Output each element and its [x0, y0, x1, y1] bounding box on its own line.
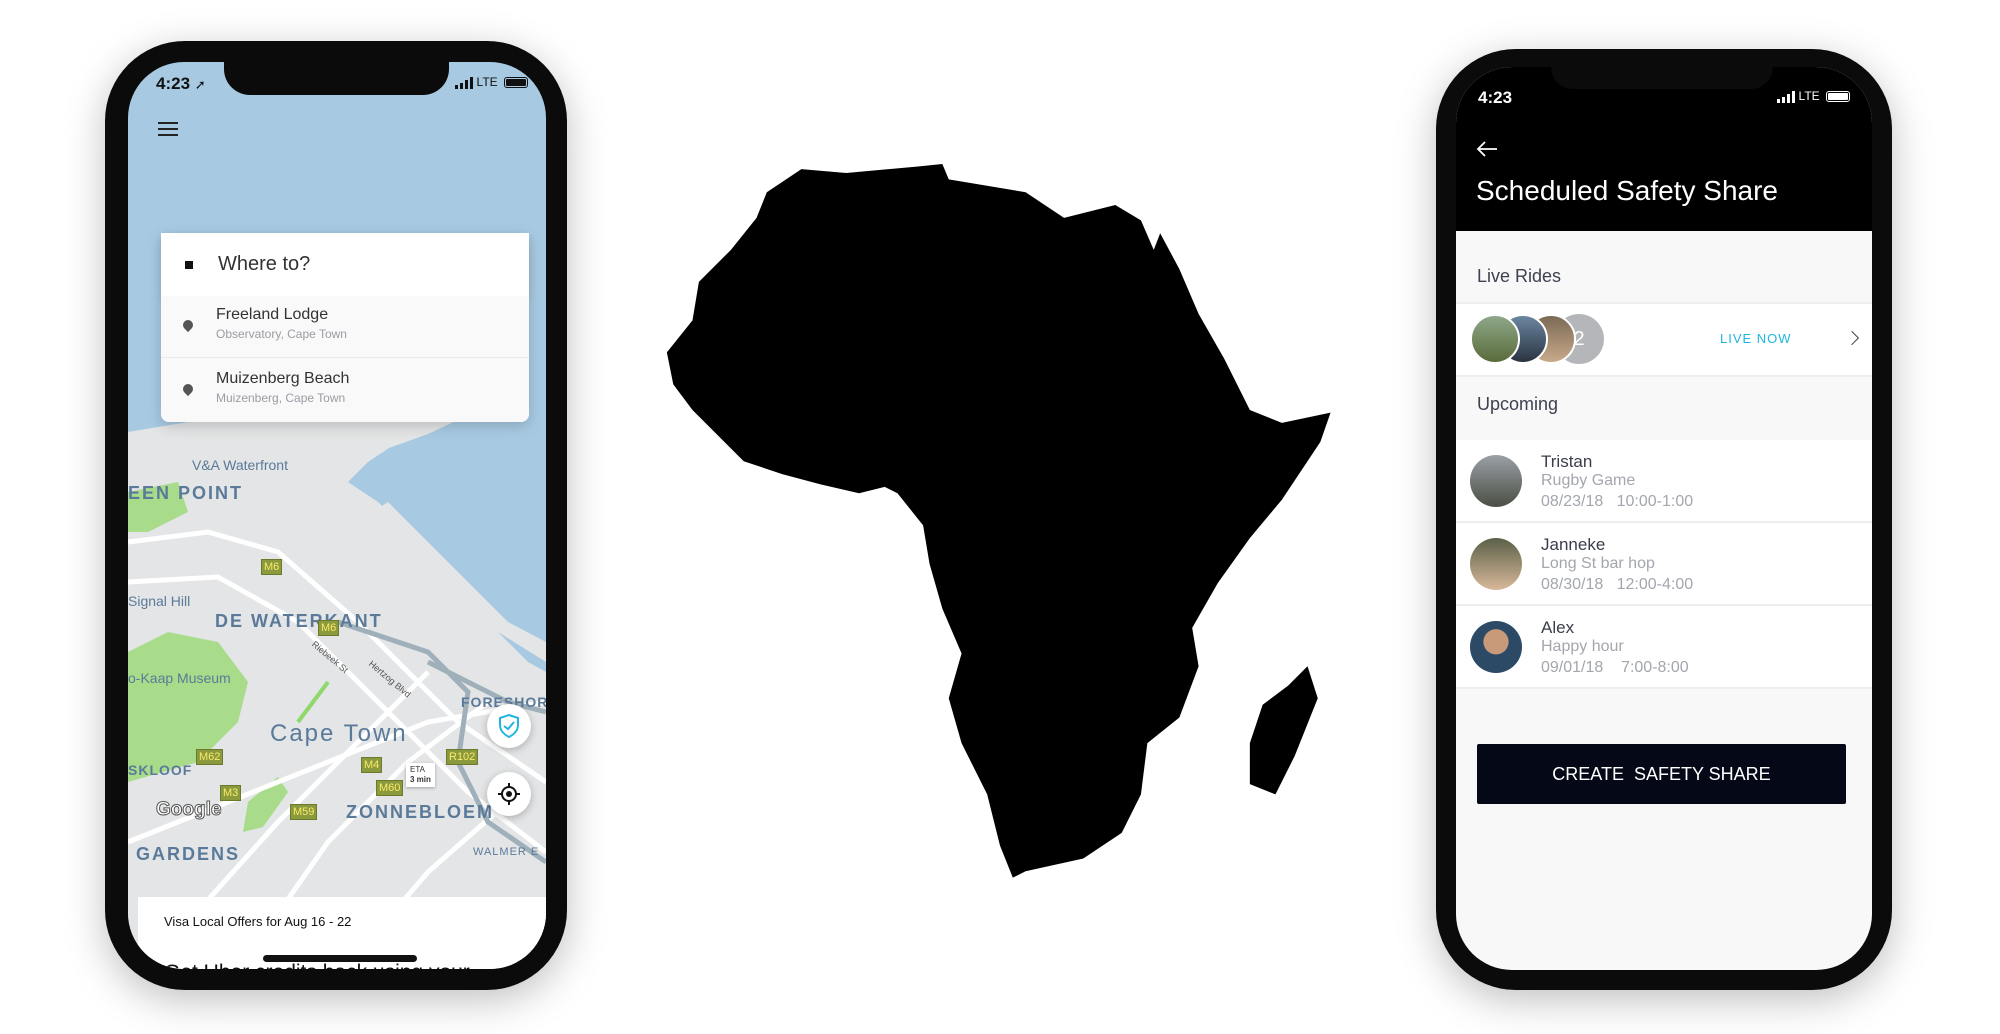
- safety-share-screen: 4:23 LTE Scheduled Safety Share Live Rid…: [1456, 67, 1872, 970]
- event-name: Happy hour: [1541, 638, 1624, 655]
- list-item[interactable]: Tristan Rugby Game 08/23/18 10:00-1:00: [1456, 440, 1872, 523]
- battery-icon: [1826, 91, 1850, 103]
- avatar: [1470, 621, 1522, 673]
- africa-mainland: [666, 164, 1331, 878]
- contact-name: Alex: [1541, 618, 1575, 637]
- notch: [1551, 67, 1773, 89]
- avatar: [1470, 538, 1522, 590]
- contact-name: Tristan: [1541, 452, 1593, 471]
- back-arrow-icon[interactable]: [1476, 140, 1498, 158]
- list-item[interactable]: Janneke Long St bar hop 08/30/18 12:00-4…: [1456, 523, 1872, 606]
- status-right: LTE: [1777, 89, 1850, 103]
- live-rides-label: Live Rides: [1477, 266, 1562, 286]
- upcoming-list: Tristan Rugby Game 08/23/18 10:00-1:00 J…: [1456, 440, 1872, 690]
- event-time: 08/30/18 12:00-4:00: [1541, 576, 1694, 593]
- event-name: Long St bar hop: [1541, 555, 1655, 572]
- contact-name: Janneke: [1541, 535, 1606, 554]
- status-time: 4:23: [1478, 88, 1513, 107]
- event-name: Rugby Game: [1541, 472, 1636, 489]
- right-phone: 4:23 LTE Scheduled Safety Share Live Rid…: [1436, 49, 1892, 990]
- madagascar: [1249, 666, 1318, 795]
- create-safety-share-button[interactable]: CREATE SAFETY SHARE: [1477, 744, 1846, 804]
- upcoming-label: Upcoming: [1477, 394, 1559, 414]
- page-title: Scheduled Safety Share: [1476, 175, 1778, 206]
- avatar: [1470, 314, 1520, 364]
- event-time: 09/01/18 7:00-8:00: [1541, 659, 1689, 676]
- event-time: 08/23/18 10:00-1:00: [1541, 493, 1694, 510]
- list-item[interactable]: Alex Happy hour 09/01/18 7:00-8:00: [1456, 606, 1872, 689]
- avatar: [1470, 455, 1522, 507]
- signal-icon: [1777, 90, 1796, 103]
- network-label: LTE: [1798, 89, 1820, 103]
- header: 4:23 LTE Scheduled Safety Share: [1456, 67, 1872, 231]
- chevron-right-icon: [1844, 330, 1860, 346]
- live-rides-row[interactable]: 2 LIVE NOW: [1456, 302, 1872, 377]
- live-now-status: LIVE NOW: [1720, 331, 1792, 346]
